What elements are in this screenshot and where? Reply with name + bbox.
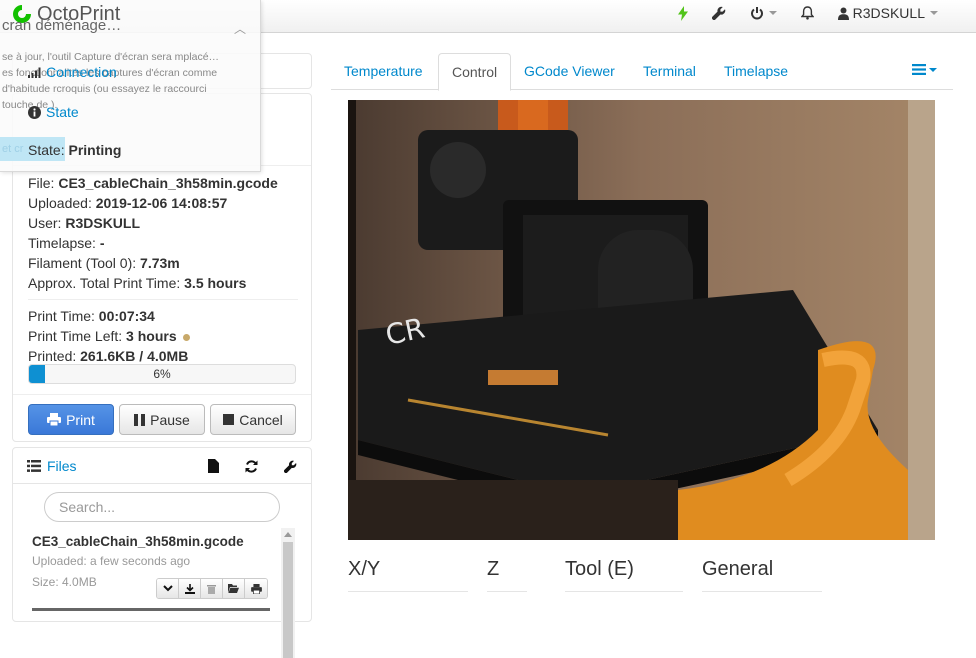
state-timelapse: Timelapse: - [28,235,105,251]
file-uploaded: Uploaded: a few seconds ago [32,554,191,568]
tab-temperature[interactable]: Temperature [331,53,436,90]
chevron-down-icon [768,11,777,15]
webcam-stream[interactable]: CR [348,100,935,540]
printer-icon [250,583,262,594]
printer-icon [47,413,62,426]
connection-header[interactable]: Connection [28,64,117,80]
print-progress-bar: 6% [28,364,296,384]
control-tool-heading: Tool (E) [565,558,683,592]
estimate-dot-icon[interactable] [182,333,190,341]
folder-open-icon [228,584,239,593]
files-actions [208,448,297,484]
control-z-heading: Z [487,558,527,592]
user-icon [837,7,849,20]
tab-control[interactable]: Control [438,53,512,91]
divider [13,394,311,395]
progress-label: 6% [153,367,171,381]
tab-terminal[interactable]: Terminal [630,53,709,90]
load-file-button[interactable] [223,579,245,598]
wrench-icon[interactable] [284,460,297,473]
file-name: CE3_cableChain_3h58min.gcode [32,534,244,549]
download-file-button[interactable] [179,579,201,598]
notification-title: cran déménage… [2,17,122,34]
scroll-up-icon[interactable] [284,532,292,537]
state-print-time: Print Time: 00:07:34 [28,308,155,324]
pause-icon [134,413,146,426]
file-list-scrollbar[interactable] [281,528,295,658]
power-menu-button[interactable] [738,0,789,26]
notifications-button[interactable] [789,0,826,26]
files-panel: Files CE3_cableChain_3h58min.gcode Uploa… [12,447,312,658]
wrench-icon [711,6,725,20]
snipping-tool-notification: OctoPrint cran déménage… ︿ se à jour, l'… [0,0,261,172]
expand-file-button[interactable] [157,579,179,598]
user-menu-button[interactable]: R3DSKULL [826,0,976,26]
file-action-group [156,578,268,599]
main-tabs: Temperature Control GCode Viewer Termina… [331,53,953,91]
control-general-heading: General [702,558,822,592]
webcam-image: CR [348,100,935,540]
system-status-button[interactable] [666,0,700,26]
pause-button[interactable]: Pause [119,404,205,435]
chevron-down-icon [929,67,937,72]
delete-file-button[interactable] [201,579,223,598]
state-header[interactable]: State [28,104,79,120]
state-time-left: Print Time Left: 3 hours [28,326,298,346]
power-icon [750,7,763,20]
info-icon [28,105,41,119]
state-printed: Printed: 261.6KB / 4.0MB [28,348,189,364]
new-file-icon[interactable] [208,459,219,473]
print-file-button[interactable] [245,579,267,598]
chevron-down-icon [930,11,938,15]
state-uploaded: Uploaded: 2019-12-06 14:08:57 [28,195,228,211]
bolt-icon [677,5,688,21]
trash-icon [207,584,216,594]
stop-icon [223,414,235,425]
state-filament: Filament (Tool 0): 7.73m [28,255,180,271]
file-list-item[interactable]: CE3_cableChain_3h58min.gcode Uploaded: a… [32,534,272,599]
tabs-overflow-menu[interactable] [912,64,937,75]
collapse-icon[interactable]: ︿ [234,20,246,37]
settings-button[interactable] [700,0,738,26]
chevron-down-icon [162,585,173,592]
username-label: R3DSKULL [852,5,925,21]
bell-icon [800,6,814,20]
state-body: File: CE3_cableChain_3h58min.gcode Uploa… [13,173,313,366]
signal-icon [28,67,41,78]
print-button[interactable]: Print [28,404,114,435]
file-search-input[interactable] [44,492,280,522]
tab-timelapse[interactable]: Timelapse [711,53,801,90]
cancel-button[interactable]: Cancel [210,404,296,435]
navbar-right: R3DSKULL [666,0,976,26]
divider [28,299,298,300]
state-status: State: Printing [28,142,122,158]
state-user: User: R3DSKULL [28,215,141,231]
state-approx-time: Approx. Total Print Time: 3.5 hours [28,275,247,291]
hamburger-icon [912,64,926,75]
list-icon [27,459,41,472]
refresh-icon[interactable] [245,459,258,473]
state-file: File: CE3_cableChain_3h58min.gcode [28,175,278,191]
download-icon [184,583,195,594]
scrollbar-thumb[interactable] [283,542,293,658]
tab-gcode-viewer[interactable]: GCode Viewer [511,53,628,90]
control-xy-heading: X/Y [348,558,468,592]
